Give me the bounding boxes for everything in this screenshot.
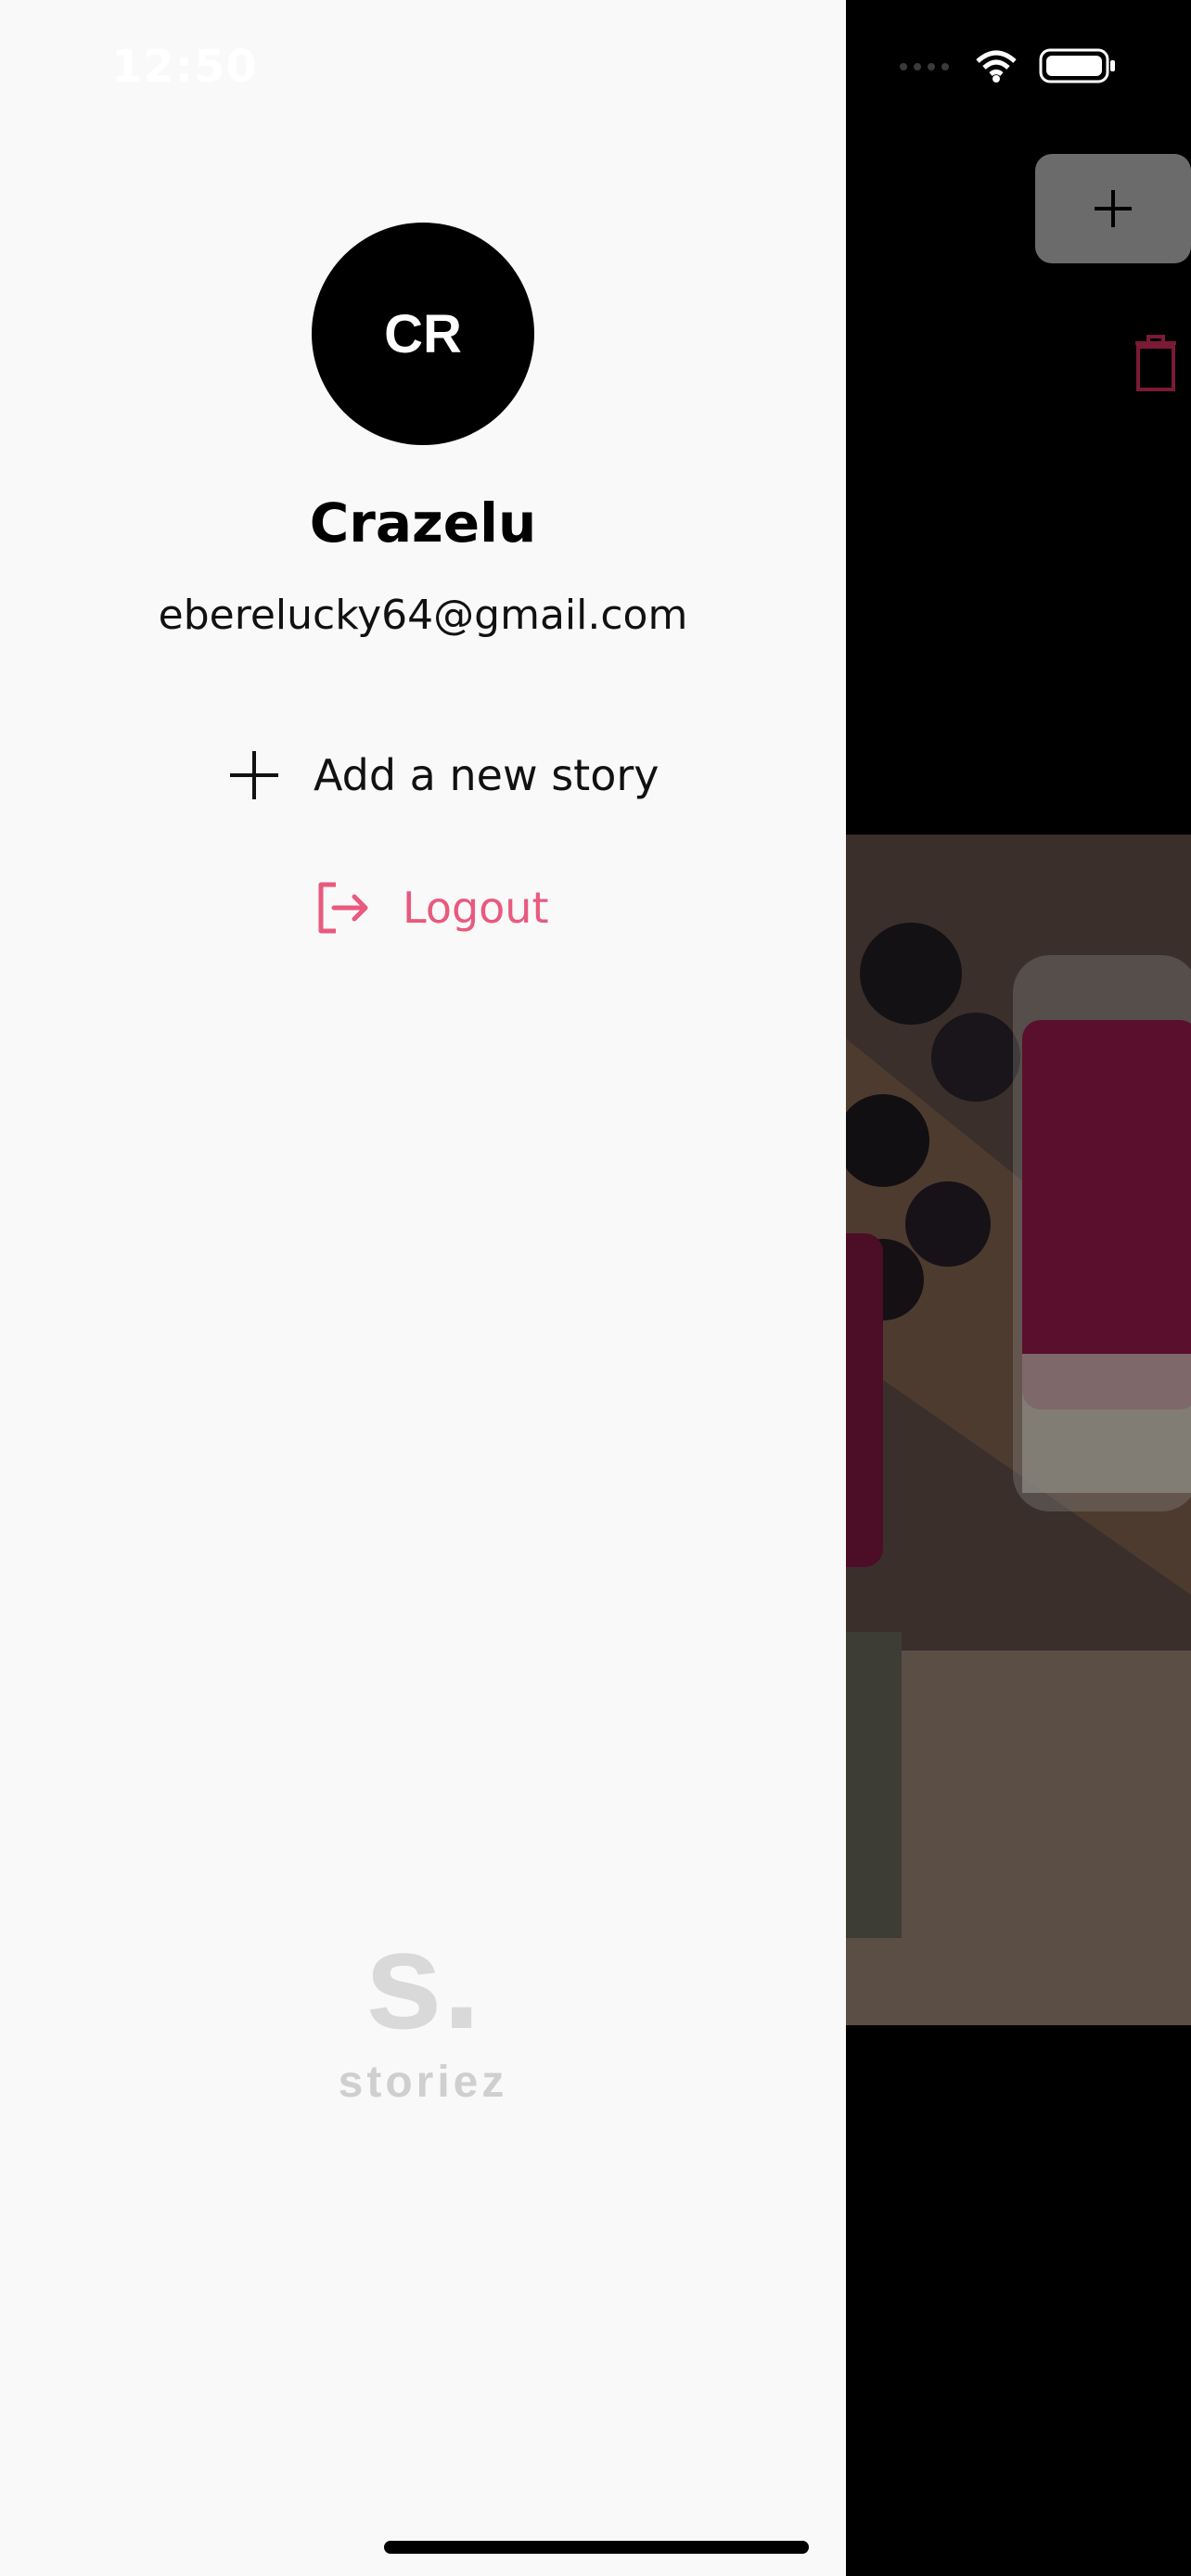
add-story-button[interactable] bbox=[1035, 154, 1191, 263]
add-story-label: Add a new story bbox=[314, 750, 660, 800]
user-name: Crazelu bbox=[309, 491, 537, 555]
signal-icon bbox=[900, 63, 949, 70]
logout-menu-item[interactable]: Logout bbox=[314, 879, 549, 937]
grape-juice-photo bbox=[846, 835, 1191, 2025]
logout-icon bbox=[318, 882, 368, 934]
status-time: 12:50 bbox=[111, 41, 258, 93]
wifi-icon bbox=[976, 50, 1017, 83]
home-indicator bbox=[384, 2541, 809, 2554]
plus-icon bbox=[230, 751, 278, 799]
trash-icon[interactable] bbox=[1132, 334, 1180, 397]
app-logo-wordmark: storiez bbox=[338, 2058, 508, 2107]
logout-label: Logout bbox=[403, 883, 549, 933]
user-email: eberelucky64@gmail.com bbox=[158, 592, 688, 639]
avatar: CR bbox=[312, 223, 534, 445]
side-drawer: 12:50 CR Crazelu eberelucky64@gmail.com … bbox=[0, 0, 846, 2576]
app-logo-mark: s. bbox=[365, 1902, 481, 2058]
battery-icon bbox=[1039, 48, 1115, 83]
add-story-menu-item[interactable]: Add a new story bbox=[226, 747, 659, 803]
story-image bbox=[846, 835, 1191, 2025]
status-icons bbox=[898, 46, 1117, 85]
plus-icon bbox=[1095, 190, 1132, 227]
